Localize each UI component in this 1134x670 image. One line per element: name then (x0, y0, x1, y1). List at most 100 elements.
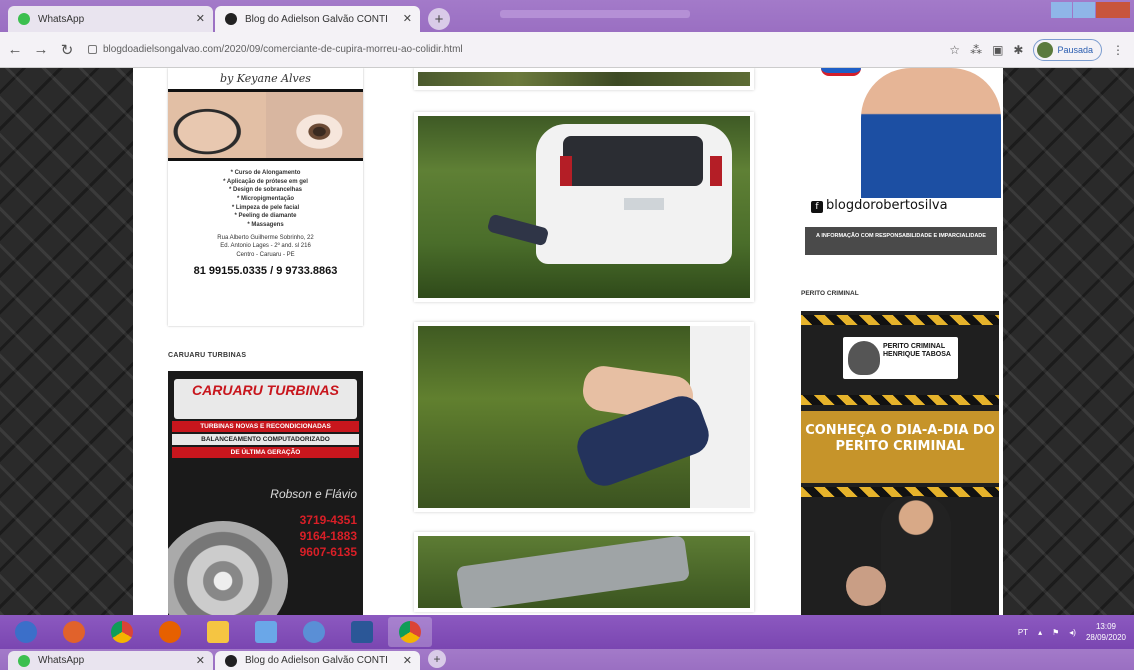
turbo-phone: 3719-4351 (299, 513, 357, 527)
media-player-icon (63, 621, 85, 643)
extension-icon-2[interactable]: ▣ (992, 43, 1003, 57)
url-text: blogdoadielsongalvao.com/2020/09/comerci… (103, 44, 463, 55)
forward-icon[interactable]: → (30, 41, 52, 58)
tab-label: Blog do Adielson Galvão CONTI (245, 655, 388, 666)
nails-ad[interactable]: by Keyane Alves * Curso de Alongamento *… (168, 68, 363, 326)
start-button[interactable] (4, 617, 48, 647)
nav-bar: ← → ↻ blogdoadielsongalvao.com/2020/09/c… (0, 32, 1134, 68)
turbo-phone: 9164-1883 (299, 529, 357, 543)
perito-photo (881, 496, 951, 615)
turbo-ad[interactable]: CARUARU TURBINAS TURBINAS NOVAS E RECOND… (168, 371, 363, 615)
system-tray: PT ▴ ⚑ ◂) 13:09 28/09/2020 (1018, 621, 1134, 643)
facebook-icon: f (811, 201, 823, 213)
profile-button[interactable]: Pausada (1033, 38, 1102, 61)
minimize-button[interactable] (1051, 2, 1073, 18)
new-tab-button[interactable]: + (428, 8, 450, 30)
tab-strip-duplicate: WhatsApp ✕ Blog do Adielson Galvão CONTI… (0, 649, 1134, 670)
address-bar[interactable]: blogdoadielsongalvao.com/2020/09/comerci… (88, 36, 888, 63)
chrome-icon (111, 621, 133, 643)
blog-favicon-icon (225, 654, 237, 667)
hazard-stripes (801, 315, 999, 325)
tab-blog[interactable]: Blog do Adielson Galvão CONTI ✕ (215, 6, 420, 32)
hazard-stripes (801, 395, 999, 405)
puzzle-icon[interactable]: ✱ (1013, 43, 1023, 57)
close-icon[interactable]: ✕ (403, 654, 412, 667)
word-icon (351, 621, 373, 643)
profile-label: Pausada (1057, 44, 1093, 55)
maximize-button[interactable] (1073, 2, 1095, 18)
article-photo (414, 112, 754, 302)
lock-icon (88, 45, 97, 54)
address-line: Rua Alberto Guilherme Sobrinho, 22 (217, 234, 314, 241)
service-item: * Design de sobrancelhas (228, 187, 303, 194)
taskbar-app[interactable] (148, 617, 192, 647)
firefox-icon (159, 621, 181, 643)
tab-strip: WhatsApp ✕ Blog do Adielson Galvão CONTI… (0, 0, 1134, 32)
close-window-button[interactable] (1095, 2, 1130, 18)
tab-whatsapp[interactable]: WhatsApp ✕ (8, 651, 213, 670)
tray-arrow-icon[interactable]: ▴ (1038, 628, 1042, 637)
taskbar-app-active[interactable] (388, 617, 432, 647)
reload-icon[interactable]: ↻ (56, 41, 78, 59)
menu-icon[interactable]: ⋮ (1112, 43, 1124, 57)
web-page[interactable]: by Keyane Alves * Curso de Alongamento *… (0, 68, 1134, 615)
back-icon[interactable]: ← (4, 41, 26, 58)
page-content: by Keyane Alves * Curso de Alongamento *… (133, 68, 1003, 615)
turbo-line: DE ÚLTIMA GERAÇÃO (172, 447, 359, 458)
start-orb-icon (15, 621, 37, 643)
clock[interactable]: 13:09 28/09/2020 (1086, 621, 1126, 643)
car-plate (624, 198, 664, 210)
right-sidebar: f blogdorobertosilva A INFORMAÇÃO COM RES… (801, 68, 1001, 615)
service-item: * Aplicação de prótese em gel (223, 178, 308, 185)
clock-time: 13:09 (1095, 622, 1116, 631)
taskbar: PT ▴ ⚑ ◂) 13:09 28/09/2020 (0, 615, 1134, 649)
tab-label: Blog do Adielson Galvão CONTI (245, 13, 388, 25)
taskbar-app[interactable] (292, 617, 336, 647)
close-icon[interactable]: ✕ (196, 12, 205, 25)
volume-icon[interactable]: ◂) (1069, 628, 1076, 637)
roberto-handle: f blogdorobertosilva (811, 198, 948, 213)
roberto-ad[interactable]: f blogdorobertosilva A INFORMAÇÃO COM RES… (801, 68, 1001, 260)
car-taillight (710, 156, 722, 186)
close-icon[interactable]: ✕ (403, 12, 412, 25)
article-photo (414, 322, 754, 512)
car-window (563, 136, 703, 186)
logo-swirl (821, 68, 861, 76)
perito-headline: CONHEÇA O DIA-A-DIA DO PERITO CRIMINAL (801, 411, 999, 483)
dummy-head-image (846, 566, 886, 606)
badge-name: HENRIQUE TABOSA (883, 351, 951, 359)
tab-label: WhatsApp (38, 655, 85, 666)
extension-icon[interactable]: ⁂ (970, 43, 982, 57)
avatar (1037, 41, 1054, 58)
close-icon[interactable]: ✕ (196, 654, 205, 667)
article-column (414, 68, 754, 615)
taskbar-app[interactable] (52, 617, 96, 647)
turbo-names: Robson e Flávio (270, 487, 357, 501)
taskbar-app[interactable] (196, 617, 240, 647)
ad-banner-image (168, 89, 363, 161)
turbo-line: BALANCEAMENTO COMPUTADORIZADO (172, 434, 359, 445)
perito-badge: PERITO CRIMINAL HENRIQUE TABOSA (843, 337, 958, 379)
ad-phone: 81 99155.0335 / 9 9733.8863 (193, 264, 338, 277)
taskbar-app[interactable] (244, 617, 288, 647)
new-tab-button[interactable]: + (428, 650, 446, 668)
nails-image (168, 92, 266, 158)
taskbar-app[interactable] (340, 617, 384, 647)
handle-text: blogdorobertosilva (826, 198, 948, 213)
window-title (500, 10, 690, 18)
clock-date: 28/09/2020 (1085, 633, 1126, 642)
address-line: Ed. Antonio Lages - 2º and. sl 216 (220, 243, 311, 250)
badge-top-text: PERITO CRIMINAL (883, 343, 946, 350)
tab-blog[interactable]: Blog do Adielson Galvão CONTI ✕ (215, 651, 420, 670)
perito-ad[interactable]: PERITO CRIMINAL HENRIQUE TABOSA CONHEÇA … (801, 311, 999, 615)
hazard-stripes (801, 487, 999, 497)
blog-favicon-icon (225, 13, 237, 25)
folder-icon (207, 621, 229, 643)
star-icon[interactable]: ☆ (949, 43, 960, 57)
chrome-icon (399, 621, 421, 643)
taskbar-app[interactable] (100, 617, 144, 647)
service-item: * Massagens (247, 222, 284, 229)
flag-icon[interactable]: ⚑ (1052, 628, 1059, 637)
language-indicator[interactable]: PT (1018, 628, 1028, 637)
tab-whatsapp[interactable]: WhatsApp ✕ (8, 6, 213, 32)
